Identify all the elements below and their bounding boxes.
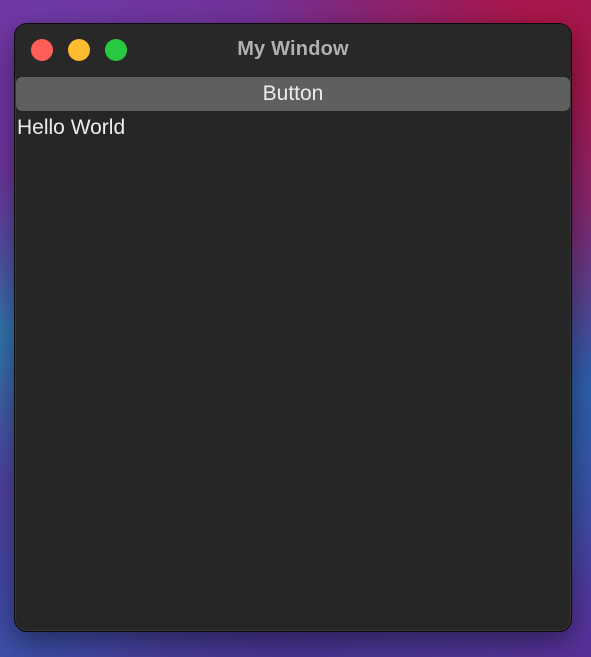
main-button[interactable]: Button xyxy=(16,77,570,111)
app-window: My Window Button Hello World xyxy=(14,23,572,632)
window-title: My Window xyxy=(237,38,349,60)
hello-label: Hello World xyxy=(17,116,126,139)
window-content: Button Hello World xyxy=(15,76,571,631)
title-bar[interactable]: My Window xyxy=(15,24,571,76)
